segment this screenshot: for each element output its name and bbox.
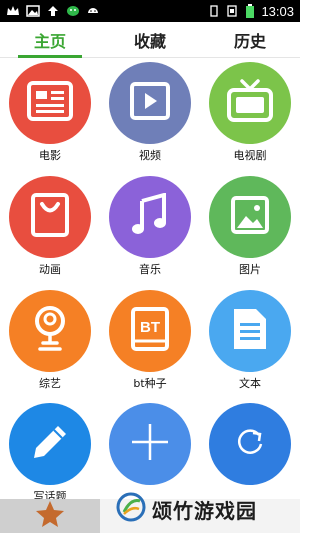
write-topic-circle[interactable] [9,403,91,485]
status-time: 13:03 [261,3,294,19]
microphone-icon [30,305,70,357]
grid-item-label: 音乐 [139,263,161,276]
refresh-icon [235,427,265,461]
grid-item-variety[interactable]: 综艺 [0,290,100,400]
crown-icon [6,4,20,18]
tab-favorites[interactable]: 收藏 [100,22,200,57]
battery-icon [243,4,257,18]
pictures-circle[interactable] [209,176,291,258]
bamboo-logo-icon [116,492,146,526]
svg-text:BT: BT [140,319,160,336]
grid-item-label: 图片 [239,263,261,276]
grid-item-tv-series[interactable]: 电视剧 [200,62,300,172]
plus-icon [129,421,171,467]
tv-icon [227,79,273,127]
pencil-icon [30,422,70,466]
sim-icon [225,4,239,18]
grid-item-label: 视频 [139,149,161,162]
text-circle[interactable] [209,290,291,372]
grid-item-write-topic[interactable]: 写话题 [0,403,100,513]
music-circle[interactable] [109,176,191,258]
grid-item-label: 综艺 [39,377,61,390]
grid-item-bt-torrent[interactable]: BT bt种子 [100,290,200,400]
news-list-icon [27,81,73,125]
grid-item-label: 电影 [39,149,61,162]
shopping-bag-icon [31,193,69,241]
variety-circle[interactable] [9,290,91,372]
grid-item-label: 动画 [39,263,61,276]
status-bar: 13:03 [0,0,300,22]
image-icon [26,4,40,18]
grid-item-pictures[interactable]: 图片 [200,176,300,286]
add-circle[interactable] [109,403,191,485]
grid-item-label: bt种子 [133,377,167,390]
animation-circle[interactable] [9,176,91,258]
watermark-text: 颂竹游戏园 [152,498,257,523]
picture-icon [231,196,269,238]
refresh-circle[interactable] [209,403,291,485]
grid-item-text[interactable]: 文本 [200,290,300,400]
grid-item-label: 电视剧 [233,149,267,162]
grid-item-animation[interactable]: 动画 [0,176,100,286]
tab-history[interactable]: 历史 [200,22,300,57]
music-note-icon [130,192,170,241]
wechat-icon [66,4,80,18]
movie-circle[interactable] [9,62,91,144]
upload-icon [46,4,60,18]
star-icon [35,500,65,532]
watermark: 颂竹游戏园 [116,492,257,526]
favorites-button[interactable] [0,499,100,533]
bt-book-icon: BT [131,307,169,355]
grid-item-music[interactable]: 音乐 [100,176,200,286]
grid-item-label: 文本 [239,377,261,390]
tab-bar: 主页 收藏 历史 [0,22,300,58]
document-icon [232,307,268,355]
grid-item-video[interactable]: 视频 [100,62,200,172]
tab-home[interactable]: 主页 [0,22,100,58]
video-play-icon [130,82,170,124]
video-circle[interactable] [109,62,191,144]
bt-circle[interactable]: BT [109,290,191,372]
android-icon [86,4,100,18]
vibrate-icon [207,4,221,18]
tv-circle[interactable] [209,62,291,144]
grid-item-movie[interactable]: 电影 [0,62,100,172]
